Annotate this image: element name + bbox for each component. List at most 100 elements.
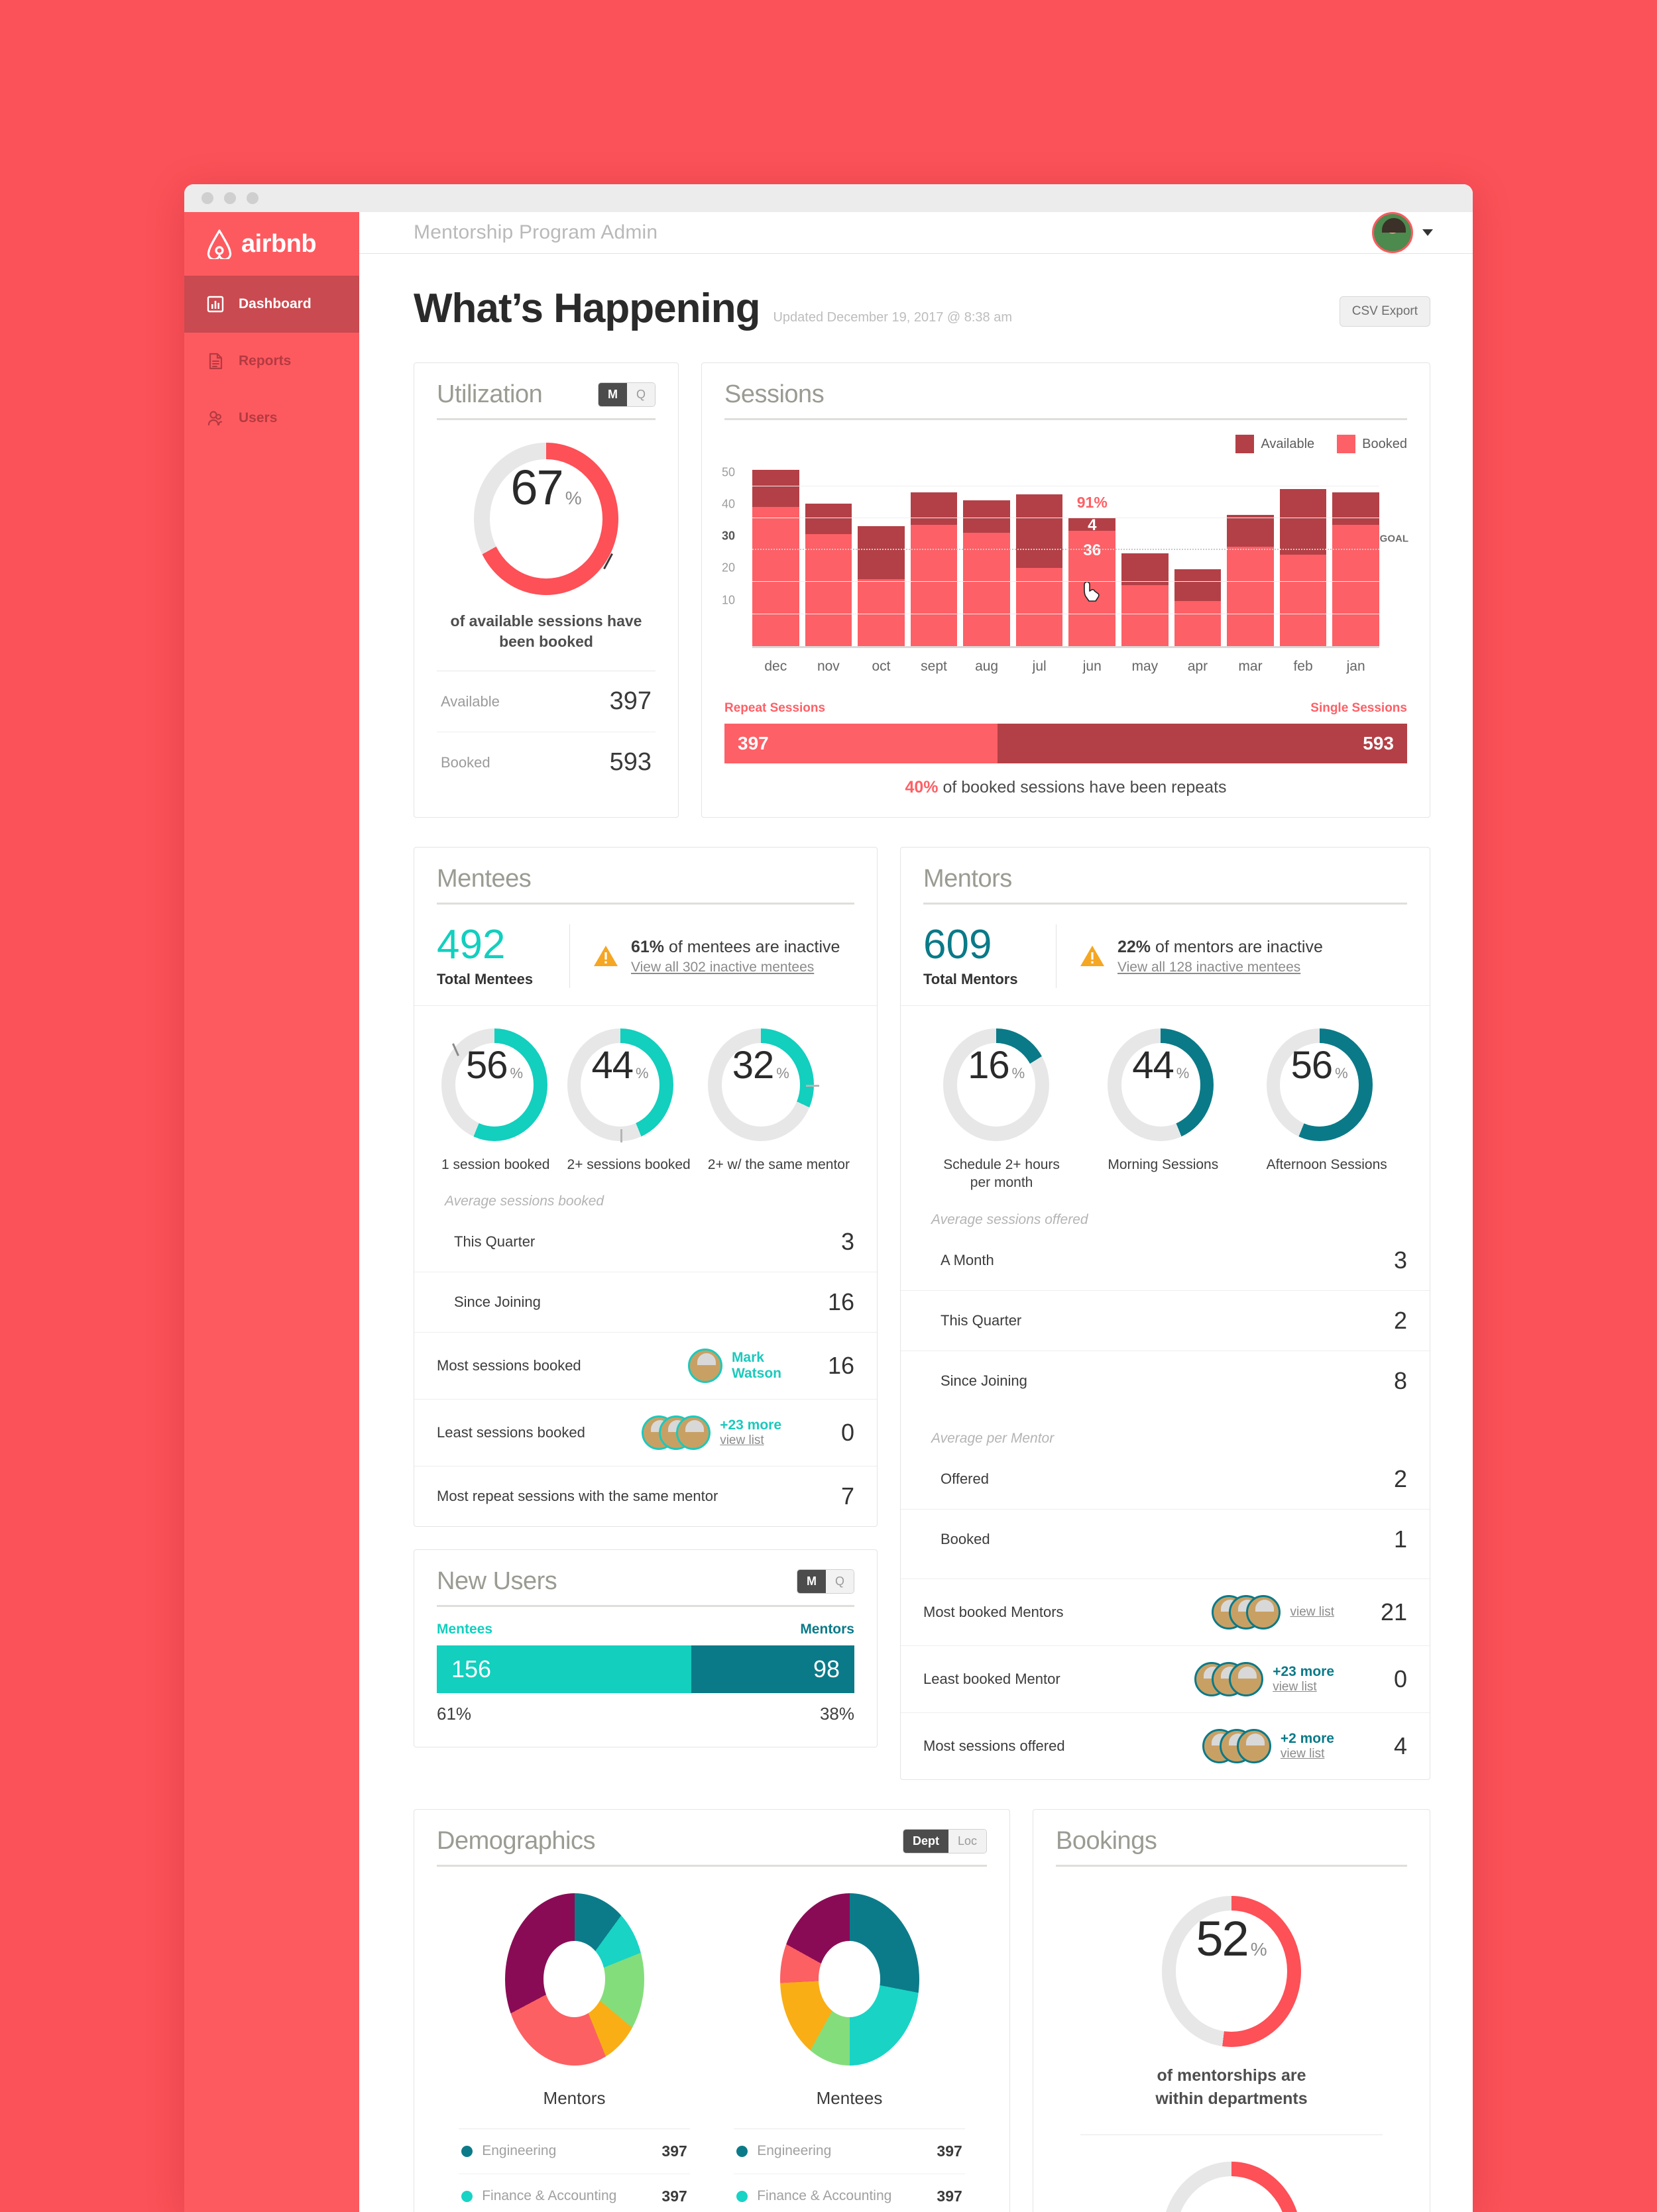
toggle-quarter-option[interactable]: Q xyxy=(626,383,655,406)
warning-triangle-icon xyxy=(1079,944,1106,968)
percent-sign: % xyxy=(776,1065,789,1082)
percent-sign: % xyxy=(510,1065,524,1082)
row-label: This Quarter xyxy=(941,1311,1022,1329)
bar-dec[interactable] xyxy=(752,470,799,646)
window-maximize-dot[interactable] xyxy=(247,192,258,204)
row-label: Least sessions booked xyxy=(437,1424,585,1441)
percent-sign: % xyxy=(1335,1065,1348,1082)
demographics-mentees-column: Mentees Engineering 397 Finance & Accoun… xyxy=(712,1893,987,2212)
bar-aug[interactable] xyxy=(963,500,1010,646)
table-row: Most booked Mentors view list 21 xyxy=(901,1578,1430,1645)
gauge-caption-line1: Schedule 2+ hours xyxy=(943,1157,1060,1172)
window-close-dot[interactable] xyxy=(201,192,213,204)
sidebar-item-label: Dashboard xyxy=(239,296,312,311)
utilization-period-toggle[interactable]: M Q xyxy=(597,382,656,407)
view-list-link[interactable]: view list xyxy=(1273,1680,1317,1694)
gauge-caption-line2: per month xyxy=(970,1175,1033,1191)
bar-jun[interactable]: 91% 4 36 xyxy=(1068,494,1116,646)
bar-nov[interactable] xyxy=(805,504,852,646)
toggle-quarter-option[interactable]: Q xyxy=(825,1570,854,1594)
view-list-link[interactable]: view list xyxy=(1281,1747,1325,1761)
toggle-month-option[interactable]: M xyxy=(797,1570,826,1594)
view-list-link[interactable]: view list xyxy=(1290,1605,1334,1620)
new-users-period-toggle[interactable]: M Q xyxy=(796,1569,854,1594)
toggle-loc-option[interactable]: Loc xyxy=(948,1829,986,1853)
person-last-name: Watson xyxy=(731,1366,781,1382)
avatar[interactable] xyxy=(687,1349,722,1384)
airbnb-logo[interactable]: airbnb xyxy=(184,212,359,276)
gauge-caption: Morning Sessions xyxy=(1108,1157,1219,1172)
mentees-inactive-text: of mentees are inactive xyxy=(664,937,840,956)
bar-segment-available xyxy=(1227,515,1274,547)
sessions-legend: Available Booked xyxy=(724,435,1407,453)
avatar-stack[interactable] xyxy=(1194,1661,1264,1696)
sidebar-item-users[interactable]: Users xyxy=(184,390,359,447)
mentees-title: Mentees xyxy=(437,865,532,893)
mentees-total-caption: Total Mentees xyxy=(437,971,534,987)
bar-segment-available xyxy=(963,500,1010,533)
bar-percent-annotation: 91% xyxy=(1076,493,1108,511)
bar-series: 91% 4 36 xyxy=(752,463,1379,646)
goal-gridline xyxy=(752,549,1379,551)
y-axis-tick: 40 xyxy=(722,497,736,511)
bar-feb[interactable] xyxy=(1279,489,1327,646)
avatar-stack[interactable] xyxy=(1202,1728,1271,1763)
table-row: Least booked Mentor +23 more view list 0 xyxy=(901,1645,1430,1712)
x-axis-tick: nov xyxy=(817,659,840,674)
csv-export-button[interactable]: CSV Export xyxy=(1339,296,1430,327)
avatar-stack[interactable] xyxy=(642,1415,711,1451)
row-label: Most repeat sessions with the same mento… xyxy=(437,1488,718,1505)
bar-sept[interactable] xyxy=(910,492,958,646)
y-axis-tick: 20 xyxy=(722,561,736,575)
bar-segment-booked xyxy=(910,524,958,646)
legend-value: 397 xyxy=(661,2187,687,2205)
avatar[interactable] xyxy=(1246,1594,1281,1630)
avatar[interactable] xyxy=(1236,1728,1271,1763)
user-avatar[interactable] xyxy=(1372,212,1413,253)
legend-value: 397 xyxy=(937,2187,962,2205)
bar-oct[interactable] xyxy=(858,525,905,646)
avatar[interactable] xyxy=(1229,1661,1264,1696)
legend-item-available: Available xyxy=(1235,435,1314,453)
row-value: 16 xyxy=(827,1288,854,1316)
view-list-link[interactable]: view list xyxy=(720,1433,764,1447)
x-axis-tick: feb xyxy=(1293,659,1313,674)
legend-label: Finance & Accounting xyxy=(757,2188,892,2204)
row-label: Offered xyxy=(941,1470,989,1487)
chevron-down-icon[interactable] xyxy=(1422,229,1433,236)
mentees-inactive-pct: 61% xyxy=(631,937,665,956)
row-label: Since Joining xyxy=(941,1372,1027,1389)
row-label: Most booked Mentors xyxy=(923,1603,1064,1620)
mentees-inactive-link[interactable]: View all 302 inactive mentees xyxy=(631,960,840,975)
avatar-stack[interactable] xyxy=(1212,1594,1281,1630)
row-label: A Month xyxy=(941,1251,994,1268)
bar-may[interactable] xyxy=(1121,553,1169,646)
window-minimize-dot[interactable] xyxy=(224,192,236,204)
mentors-inactive-link[interactable]: View all 128 inactive mentees xyxy=(1117,960,1323,975)
users-icon xyxy=(205,408,225,428)
x-axis-tick: may xyxy=(1131,659,1159,674)
document-icon xyxy=(205,351,225,371)
bar-jan[interactable] xyxy=(1332,492,1379,646)
percent-sign: % xyxy=(1176,1065,1190,1082)
percent-sign: % xyxy=(565,488,582,509)
demographics-toggle[interactable]: Dept Loc xyxy=(902,1828,987,1853)
toggle-dept-option[interactable]: Dept xyxy=(903,1829,948,1853)
avatar[interactable] xyxy=(676,1415,711,1451)
bar-mar[interactable] xyxy=(1227,515,1274,646)
repeat-note-rest: of booked sessions have been repeats xyxy=(938,778,1227,797)
table-row: Most sessions booked Mark Watson 16 xyxy=(414,1332,877,1399)
mentee-gauge-3: 32 % 2+ w/ the same mentor xyxy=(707,1028,850,1174)
person-name[interactable]: Mark Watson xyxy=(732,1350,781,1382)
gauge-value: 56 xyxy=(1290,1044,1334,1087)
bar-segment-booked xyxy=(1174,601,1222,646)
table-row: Most repeat sessions with the same mento… xyxy=(414,1466,877,1526)
x-axis-tick: dec xyxy=(764,659,787,674)
toggle-month-option[interactable]: M xyxy=(598,383,627,406)
bookings-percent: 52 xyxy=(1196,1911,1249,1967)
mentors-inactive-warning: 22% of mentors are inactive View all 128… xyxy=(1079,938,1323,975)
bookings-caption: of mentorships are within departments xyxy=(1155,2064,1307,2111)
sidebar-item-reports[interactable]: Reports xyxy=(184,333,359,390)
x-axis-tick: jun xyxy=(1082,659,1102,674)
sidebar-item-dashboard[interactable]: Dashboard xyxy=(184,276,359,333)
